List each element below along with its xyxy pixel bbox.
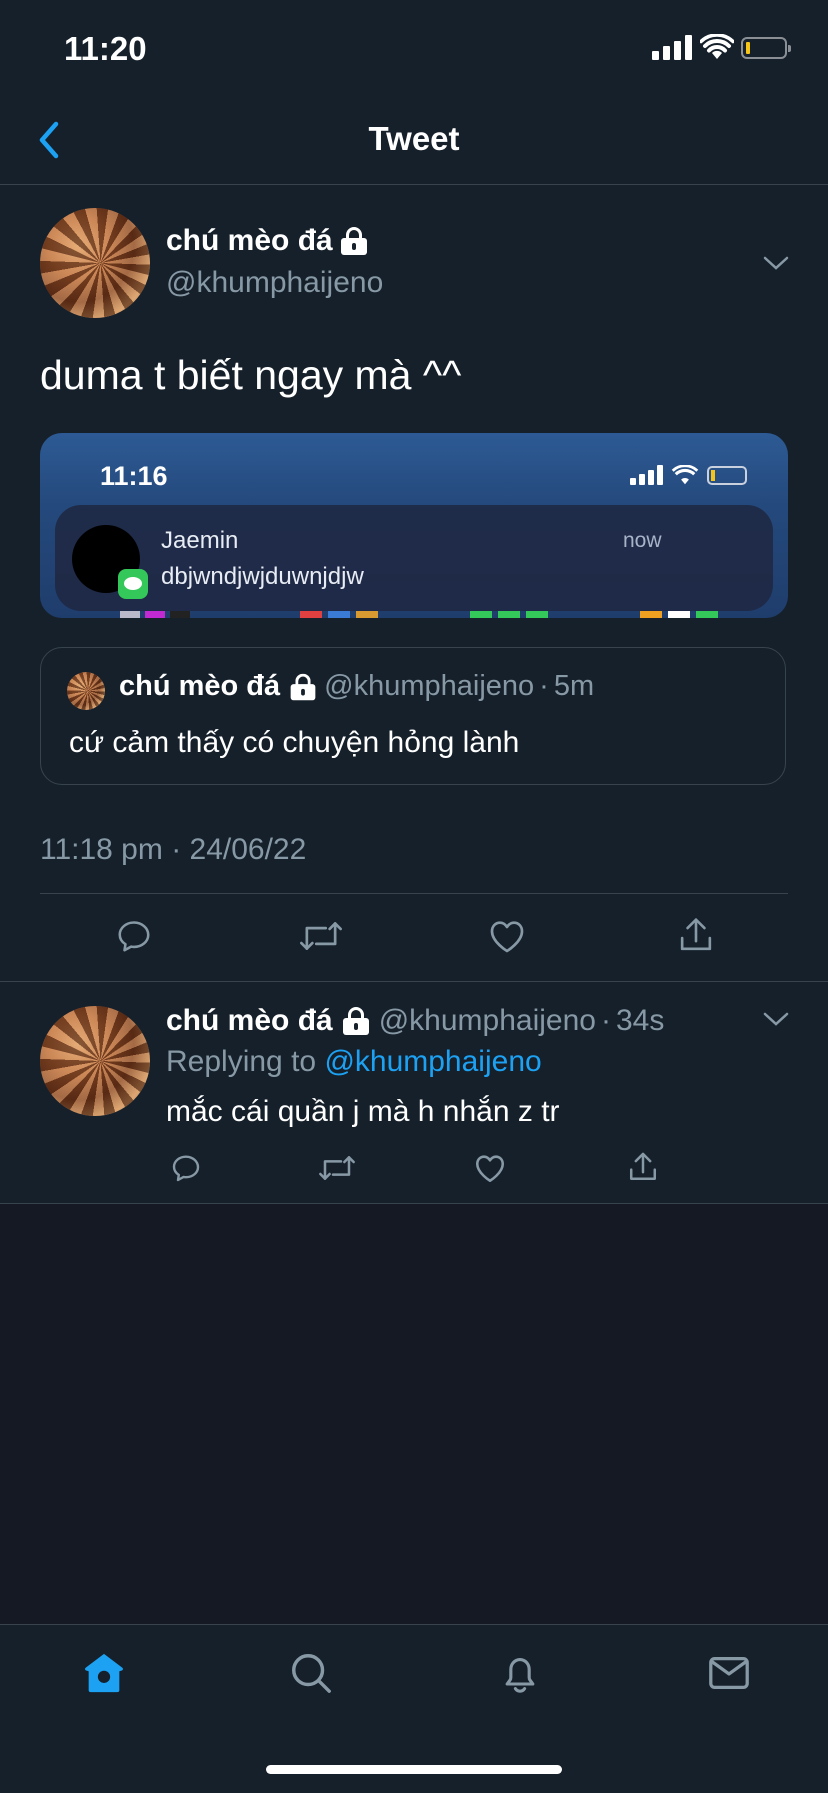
quoted-avatar: [67, 672, 105, 710]
tweet-timestamp: 11:18 pm · 24/06/22: [40, 833, 307, 866]
share-icon[interactable]: [627, 1150, 659, 1184]
empty-area: [0, 1204, 828, 1624]
header-divider: [0, 184, 828, 185]
divider: [0, 981, 828, 982]
chevron-down-icon[interactable]: [763, 256, 789, 272]
separator-dot: ·: [539, 670, 549, 702]
replying-to: Replying to @khumphaijeno: [166, 1045, 542, 1079]
lock-icon: [342, 1007, 369, 1035]
tweet-media[interactable]: 11:16 Jaemin dbjwndjwjduwnjdjw now: [40, 433, 788, 618]
dock-icons: [120, 611, 718, 618]
reply-avatar[interactable]: [40, 1006, 150, 1116]
media-status-icons: [630, 465, 747, 485]
quoted-header: chú mèo đá @khumphaijeno · 5m: [119, 670, 594, 703]
lock-icon: [340, 227, 367, 255]
search-icon[interactable]: [288, 1650, 334, 1696]
page-title: Tweet: [368, 120, 460, 157]
notification-message: dbjwndjwjduwnjdjw: [161, 563, 364, 590]
retweet-icon[interactable]: [318, 1152, 356, 1184]
quoted-handle: @khumphaijeno: [324, 670, 535, 702]
like-icon[interactable]: [473, 1152, 507, 1184]
status-time: 11:20: [64, 30, 147, 67]
media-time: 11:16: [100, 461, 168, 491]
quoted-age: 5m: [553, 670, 595, 702]
divider: [40, 893, 788, 894]
reply-header: chú mèo đá @khumphaijeno · 34s: [166, 1004, 664, 1038]
bell-icon[interactable]: [498, 1650, 542, 1696]
replying-prefix: Replying to: [166, 1045, 317, 1078]
lock-icon: [290, 673, 316, 700]
home-icon[interactable]: [81, 1650, 127, 1696]
share-icon[interactable]: [677, 915, 715, 955]
separator-dot: ·: [600, 1004, 611, 1037]
reply-text: mắc cái quần j mà h nhắn z tr: [166, 1095, 560, 1128]
reply-handle[interactable]: @khumphaijeno: [379, 1004, 596, 1038]
wifi-icon: [700, 34, 734, 59]
like-icon[interactable]: [487, 917, 527, 955]
quoted-text: cứ cảm thấy có chuyện hỏng lành: [69, 726, 520, 759]
reply-display-name[interactable]: chú mèo đá: [166, 1004, 333, 1038]
reply-icon[interactable]: [115, 917, 153, 955]
notification-time: now: [623, 529, 662, 552]
replying-handle-link[interactable]: @khumphaijeno: [324, 1045, 541, 1078]
reply-icon[interactable]: [170, 1152, 202, 1184]
home-indicator: [266, 1765, 562, 1774]
retweet-icon[interactable]: [299, 917, 343, 955]
signal-icon: [652, 34, 692, 60]
author-handle[interactable]: @khumphaijeno: [166, 266, 383, 300]
display-name: chú mèo đá: [166, 224, 333, 257]
quoted-display-name: chú mèo đá: [119, 670, 281, 702]
notification-sender: Jaemin: [161, 527, 239, 554]
battery-icon: [741, 37, 791, 59]
quoted-tweet[interactable]: chú mèo đá @khumphaijeno · 5m cứ cảm thấ…: [40, 647, 786, 785]
notification-card: Jaemin dbjwndjwjduwnjdjw now: [55, 505, 773, 611]
author-name[interactable]: chú mèo đá: [166, 224, 367, 258]
chevron-down-icon[interactable]: [763, 1012, 789, 1028]
avatar[interactable]: [40, 208, 150, 318]
tweet-text: duma t biết ngay mà ^^: [40, 352, 462, 398]
mail-icon[interactable]: [706, 1650, 752, 1696]
messages-app-icon: [118, 569, 148, 599]
reply-age: 34s: [615, 1004, 665, 1037]
